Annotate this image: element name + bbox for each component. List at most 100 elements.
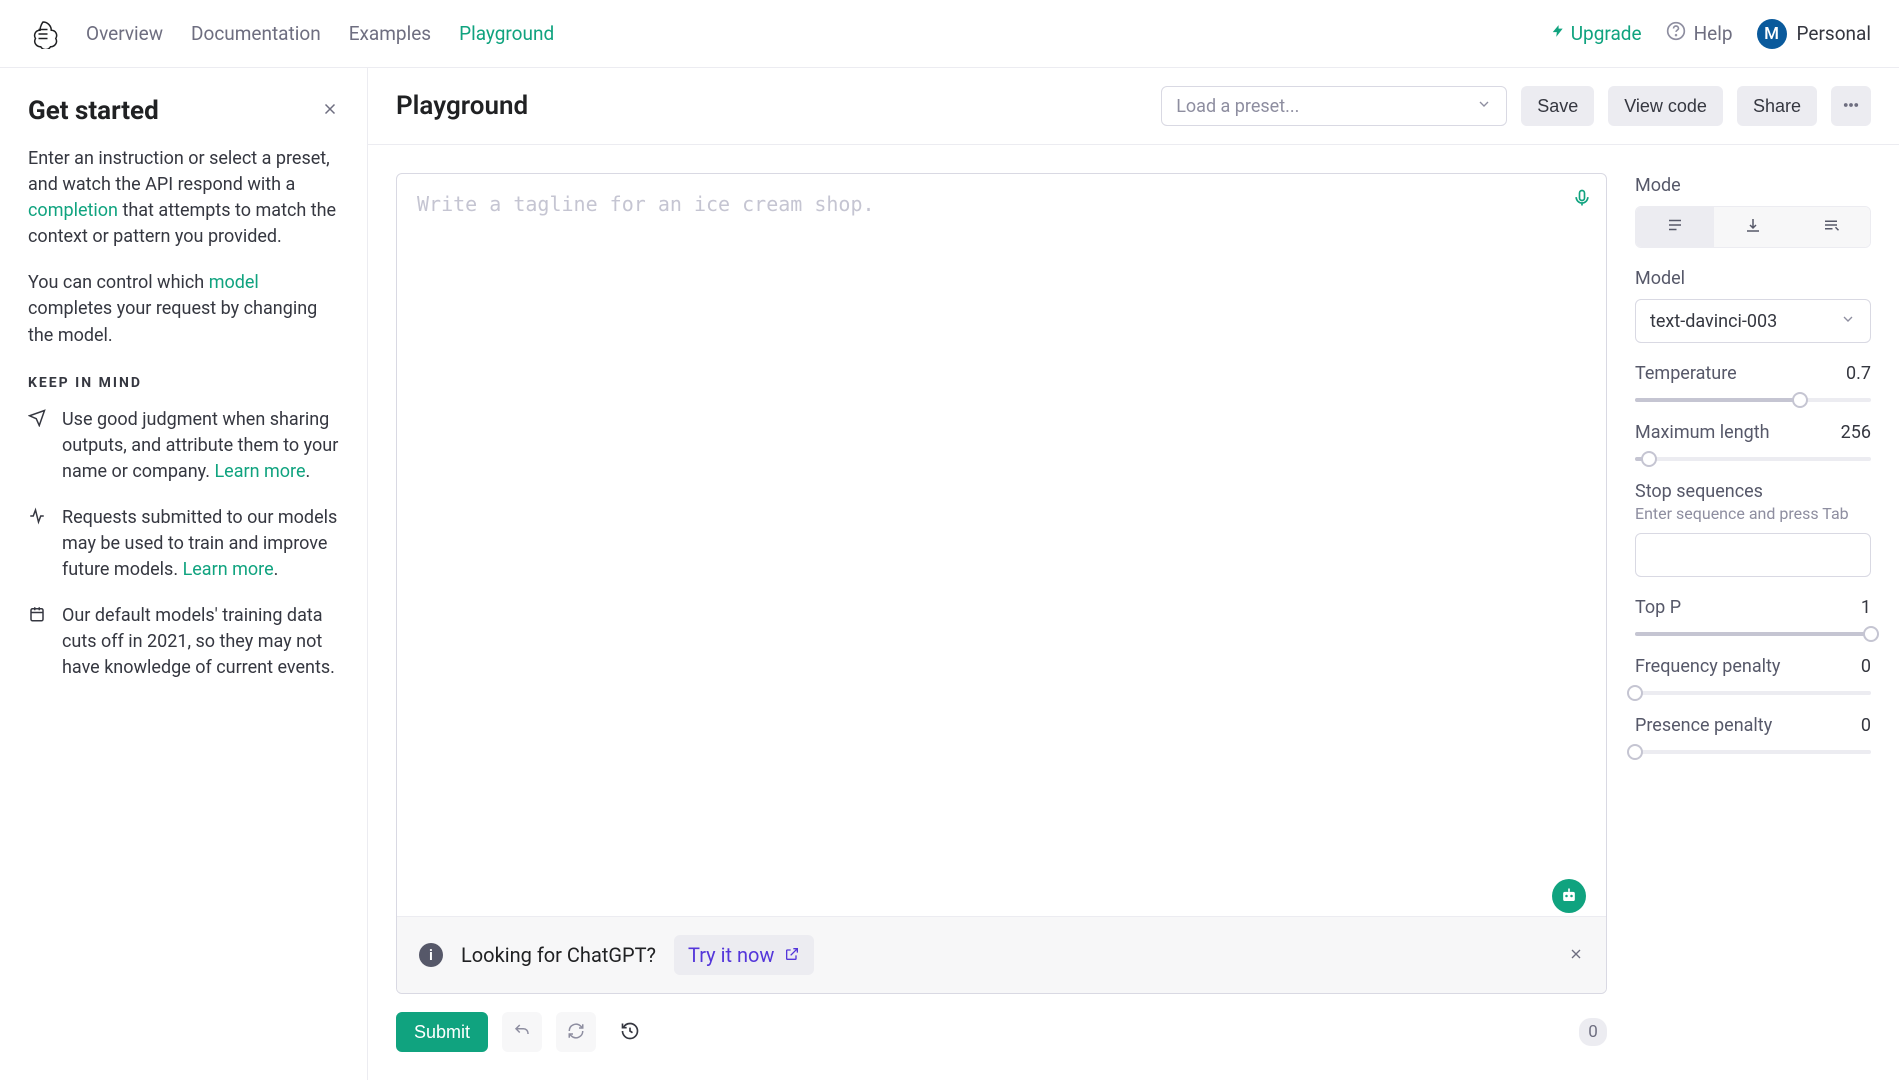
model-link[interactable]: model: [209, 272, 259, 293]
topp-slider[interactable]: [1635, 632, 1871, 636]
nav-overview[interactable]: Overview: [86, 22, 163, 45]
pres-value: 0: [1861, 715, 1871, 736]
keep-in-mind-heading: KEEP IN MIND: [28, 375, 339, 391]
account-switcher[interactable]: M Personal: [1757, 19, 1871, 49]
learn-more-link[interactable]: Learn more: [183, 559, 274, 580]
upgrade-label: Upgrade: [1571, 22, 1642, 45]
bolt-icon: [1551, 22, 1565, 45]
try-it-now-button[interactable]: Try it now: [674, 935, 814, 975]
tip-item: Use good judgment when sharing outputs, …: [28, 407, 339, 485]
undo-button[interactable]: [502, 1012, 542, 1052]
page-title: Playground: [396, 91, 528, 121]
history-icon: [620, 1021, 640, 1044]
topp-label: Top P: [1635, 597, 1681, 618]
tip-text: Use good judgment when sharing outputs, …: [62, 407, 339, 485]
nav-playground[interactable]: Playground: [459, 22, 554, 45]
tip-item: Our default models' training data cuts o…: [28, 603, 339, 681]
stop-sequences-input[interactable]: [1635, 533, 1871, 577]
mode-complete-button[interactable]: [1636, 207, 1714, 247]
topp-value: 1: [1861, 597, 1871, 618]
pres-slider[interactable]: [1635, 750, 1871, 754]
complete-mode-icon: [1666, 216, 1684, 238]
action-row: Submit 0: [396, 1012, 1607, 1052]
sidebar-body: Enter an instruction or select a preset,…: [28, 146, 339, 682]
editor-column: i Looking for ChatGPT? Try it now Submit: [396, 173, 1607, 1052]
share-button[interactable]: Share: [1737, 86, 1817, 126]
openai-logo-icon: [28, 19, 58, 49]
nav-documentation[interactable]: Documentation: [191, 22, 321, 45]
chevron-down-icon: [1476, 96, 1492, 117]
prompt-input[interactable]: [417, 192, 1586, 898]
mode-insert-button[interactable]: [1714, 207, 1792, 247]
preset-placeholder: Load a preset...: [1176, 96, 1299, 117]
mode-edit-button[interactable]: [1792, 207, 1870, 247]
learn-more-link[interactable]: Learn more: [214, 461, 305, 482]
banner-text: Looking for ChatGPT?: [461, 943, 656, 967]
pres-label: Presence penalty: [1635, 715, 1772, 736]
more-button[interactable]: [1831, 86, 1871, 126]
nav-examples[interactable]: Examples: [349, 22, 431, 45]
temperature-value: 0.7: [1846, 363, 1871, 384]
submit-button[interactable]: Submit: [396, 1012, 488, 1052]
insert-mode-icon: [1744, 216, 1762, 238]
editor-area: [397, 174, 1606, 916]
tip-item: Requests submitted to our models may be …: [28, 505, 339, 583]
workarea: i Looking for ChatGPT? Try it now Submit: [368, 145, 1899, 1080]
temperature-row: Temperature 0.7: [1635, 363, 1871, 402]
assistant-avatar-icon[interactable]: [1552, 879, 1586, 913]
sidebar-para-1: Enter an instruction or select a preset,…: [28, 146, 339, 250]
main: Playground Load a preset... Save View co…: [368, 68, 1899, 1080]
external-link-icon: [784, 943, 800, 967]
model-label: Model: [1635, 268, 1871, 289]
sidebar-title: Get started: [28, 96, 159, 126]
topp-row: Top P 1: [1635, 597, 1871, 636]
activity-icon: [28, 507, 48, 583]
token-count-badge: 0: [1579, 1018, 1607, 1046]
stop-label: Stop sequences: [1635, 481, 1871, 502]
keep-in-mind-list: Use good judgment when sharing outputs, …: [28, 407, 339, 682]
parameters-panel: Mode Model text-davinci-003 Temper: [1635, 173, 1871, 1052]
view-code-button[interactable]: View code: [1608, 86, 1723, 126]
banner-close-icon[interactable]: [1568, 943, 1584, 967]
mode-label: Mode: [1635, 175, 1871, 196]
microphone-icon[interactable]: [1572, 188, 1592, 212]
mode-group: [1635, 206, 1871, 248]
sidebar-para-2: You can control which model completes yo…: [28, 270, 339, 348]
undo-icon: [513, 1022, 531, 1043]
get-started-panel: Get started Enter an instruction or sele…: [0, 68, 368, 1080]
maxlen-label: Maximum length: [1635, 422, 1770, 443]
preset-select[interactable]: Load a preset...: [1161, 86, 1507, 126]
freq-label: Frequency penalty: [1635, 656, 1780, 677]
completion-link[interactable]: completion: [28, 200, 118, 221]
temperature-label: Temperature: [1635, 363, 1737, 384]
dots-horizontal-icon: [1842, 96, 1860, 117]
close-icon[interactable]: [321, 100, 339, 122]
nav-links: Overview Documentation Examples Playgrou…: [86, 22, 554, 45]
save-button[interactable]: Save: [1521, 86, 1594, 126]
tip-text: Our default models' training data cuts o…: [62, 603, 339, 681]
regenerate-button[interactable]: [556, 1012, 596, 1052]
temperature-slider[interactable]: [1635, 398, 1871, 402]
help-link[interactable]: Help: [1666, 21, 1733, 46]
chatgpt-banner: i Looking for ChatGPT? Try it now: [397, 916, 1606, 993]
shell: Get started Enter an instruction or sele…: [0, 68, 1899, 1080]
freq-slider[interactable]: [1635, 691, 1871, 695]
calendar-icon: [28, 605, 48, 681]
stop-row: Stop sequences Enter sequence and press …: [1635, 481, 1871, 577]
history-button[interactable]: [610, 1012, 650, 1052]
pres-row: Presence penalty 0: [1635, 715, 1871, 754]
maxlen-value: 256: [1841, 422, 1871, 443]
maxlen-slider[interactable]: [1635, 457, 1871, 461]
upgrade-link[interactable]: Upgrade: [1551, 22, 1642, 45]
tip-text: Requests submitted to our models may be …: [62, 505, 339, 583]
stop-hint: Enter sequence and press Tab: [1635, 504, 1871, 523]
nav-right: Upgrade Help M Personal: [1551, 19, 1871, 49]
refresh-icon: [567, 1022, 585, 1043]
sidebar-header: Get started: [28, 96, 339, 126]
maxlen-row: Maximum length 256: [1635, 422, 1871, 461]
mode-section: Mode: [1635, 175, 1871, 248]
info-icon: i: [419, 943, 443, 967]
paper-plane-icon: [28, 409, 48, 485]
model-select[interactable]: text-davinci-003: [1635, 299, 1871, 343]
help-label: Help: [1694, 22, 1733, 45]
